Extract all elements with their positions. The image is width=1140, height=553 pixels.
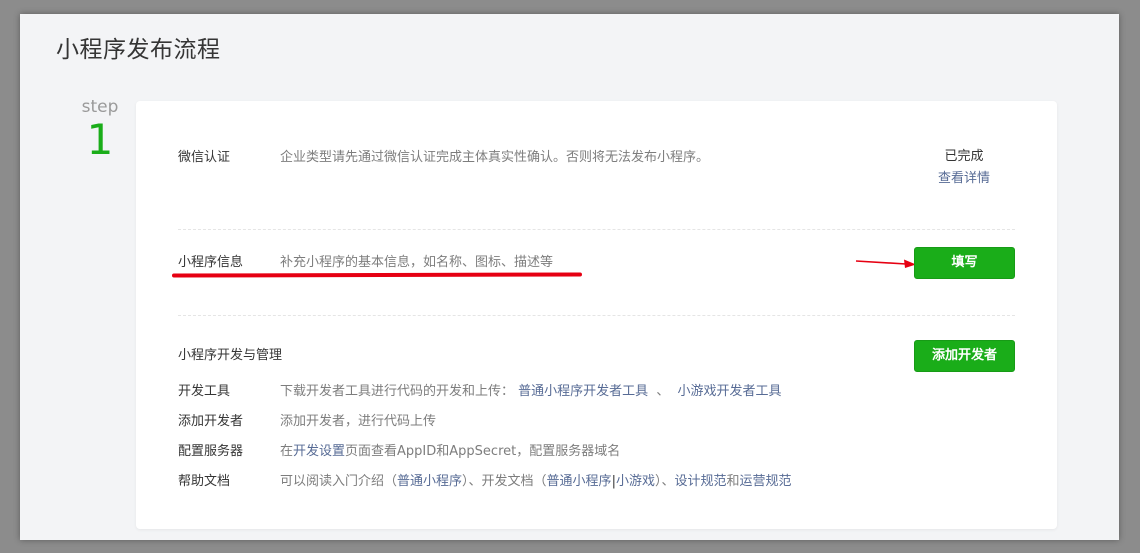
wechat-auth-label: 微信认证 (178, 150, 231, 165)
help-text-1: 可以阅读入门介绍（ (280, 474, 398, 489)
docs-mini-program-link[interactable]: 普通小程序 (547, 474, 612, 489)
config-server-prefix: 在 (280, 444, 294, 459)
step-indicator: step 1 (76, 96, 124, 162)
dev-settings-link[interactable]: 开发设置 (293, 444, 345, 459)
docs-mini-game-link[interactable]: 小游戏 (616, 474, 655, 489)
wechat-auth-status: 已完成 (944, 149, 984, 164)
mini-info-desc: 补充小程序的基本信息，如名称、图标、描述等 (280, 255, 554, 270)
page-title: 小程序发布流程 (56, 37, 221, 63)
help-text-2: ）、开发文档（ (462, 474, 547, 489)
help-docs-label: 帮助文档 (178, 474, 231, 489)
design-guidelines-link[interactable]: 设计规范 (674, 474, 726, 489)
add-developer-desc: 添加开发者，进行代码上传 (280, 414, 437, 429)
annotation-underline (171, 272, 583, 278)
help-docs-desc: 可以阅读入门介绍（普通小程序）、开发文档（普通小程序|小游戏）、设计规范和运营规… (280, 470, 792, 489)
page-container: 小程序发布流程 step 1 微信认证 企业类型请先通过微信认证完成主体真实性确… (20, 14, 1119, 540)
section-divider (178, 229, 1015, 230)
mini-info-label: 小程序信息 (178, 255, 244, 270)
dev-tools-desc: 下载开发者工具进行代码的开发和上传： 普通小程序开发者工具 、 小游戏开发者工具 (280, 380, 781, 399)
step-number: 1 (86, 115, 114, 164)
wechat-auth-desc: 企业类型请先通过微信认证完成主体真实性确认。否则将无法发布小程序。 (280, 150, 710, 165)
config-server-suffix: 页面查看AppID和AppSecret，配置服务器域名 (345, 444, 621, 459)
operation-guidelines-link[interactable]: 运营规范 (740, 474, 792, 489)
intro-mini-program-link[interactable]: 普通小程序 (397, 474, 462, 489)
help-text-4: ）、 (654, 474, 675, 489)
dev-tools-label: 开发工具 (178, 384, 231, 399)
mini-game-devtools-link[interactable]: 小游戏开发者工具 (677, 384, 781, 399)
config-server-desc: 在开发设置页面查看AppID和AppSecret，配置服务器域名 (280, 440, 620, 459)
add-developer-button[interactable]: 添加开发者 (914, 340, 1015, 372)
help-text-5: 和 (726, 474, 740, 489)
dev-manage-title: 小程序开发与管理 (178, 348, 283, 363)
link-separator: 、 (656, 384, 670, 399)
dev-tools-desc-text: 下载开发者工具进行代码的开发和上传： (280, 384, 515, 399)
publish-steps-card: 微信认证 企业类型请先通过微信认证完成主体真实性确认。否则将无法发布小程序。 已… (136, 101, 1057, 529)
section-divider (178, 315, 1015, 316)
config-server-label: 配置服务器 (178, 444, 244, 459)
fill-info-button[interactable]: 填写 (914, 247, 1015, 279)
annotation-arrow-icon (855, 259, 916, 268)
view-detail-link[interactable]: 查看详情 (928, 167, 1000, 186)
add-developer-label: 添加开发者 (178, 414, 244, 429)
mini-program-devtools-link[interactable]: 普通小程序开发者工具 (518, 384, 648, 399)
